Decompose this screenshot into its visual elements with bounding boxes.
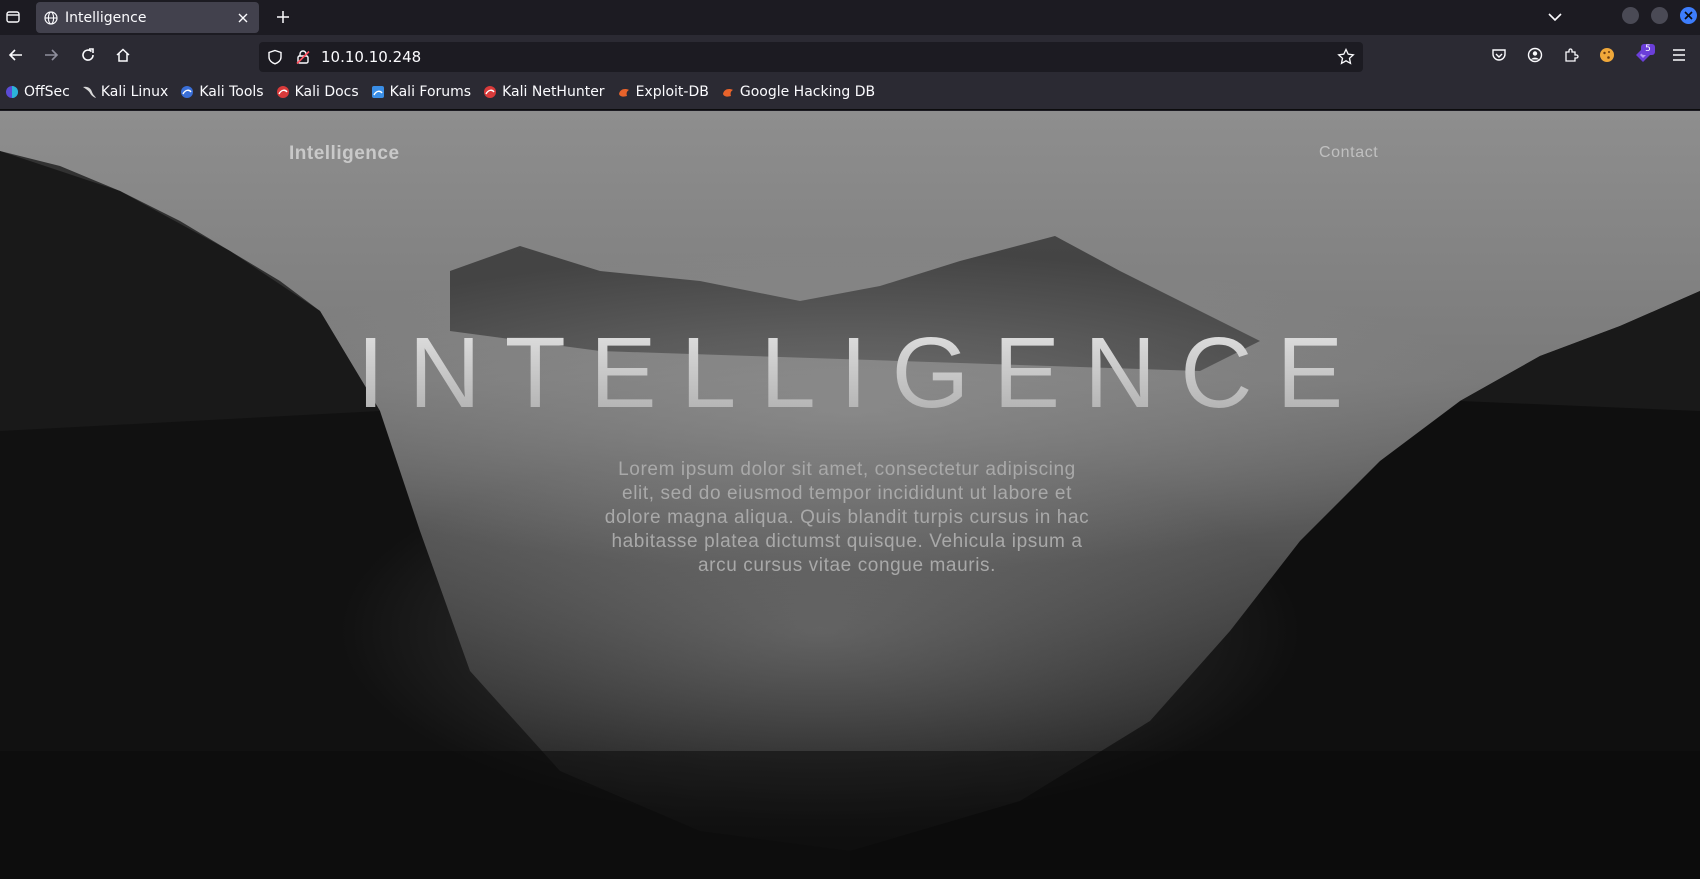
bookmark-star-icon[interactable] — [1337, 48, 1355, 66]
kali-tools-icon — [179, 84, 195, 100]
bookmark-label: OffSec — [24, 84, 70, 100]
ghdb-icon — [720, 84, 736, 100]
bookmark-label: Kali Linux — [100, 84, 169, 100]
bookmark-label: Exploit-DB — [635, 84, 709, 100]
bookmark-label: Kali Forums — [389, 84, 472, 100]
page-viewport: Intelligence Contact INTELLIGENCE Lorem … — [0, 111, 1700, 879]
bookmark-exploit-db[interactable]: Exploit-DB — [616, 84, 709, 100]
kali-docs-icon — [275, 84, 291, 100]
extension-badge: 5 — [1641, 44, 1655, 55]
back-icon[interactable] — [4, 43, 28, 67]
bookmarks-toolbar: OffSec Kali Linux Kali Tools Kali Docs K… — [0, 75, 1700, 110]
tab-title: Intelligence — [65, 9, 147, 26]
kali-forums-icon — [370, 84, 386, 100]
bookmark-offsec[interactable]: OffSec — [4, 84, 70, 100]
bookmark-kali-tools[interactable]: Kali Tools — [179, 84, 264, 100]
insecure-lock-icon[interactable] — [294, 48, 312, 66]
menu-icon[interactable] — [1668, 44, 1690, 66]
exploit-db-icon — [616, 84, 632, 100]
globe-icon — [44, 10, 58, 25]
reload-icon[interactable] — [76, 43, 100, 67]
tab-intelligence[interactable]: Intelligence — [36, 2, 259, 33]
hero-description: Lorem ipsum dolor sit amet, consectetur … — [604, 459, 1090, 576]
cookie-extension-icon[interactable] — [1596, 44, 1618, 66]
bookmark-label: Kali NetHunter — [502, 84, 605, 100]
site-brand-link[interactable]: Intelligence — [289, 143, 400, 165]
extensions-icon[interactable] — [1560, 44, 1582, 66]
home-icon[interactable] — [111, 43, 135, 67]
close-tab-icon[interactable] — [235, 10, 251, 26]
kali-nethunter-icon — [482, 84, 498, 100]
url-text[interactable]: 10.10.10.248 — [321, 48, 421, 66]
bookmark-google-hacking-db[interactable]: Google Hacking DB — [720, 84, 875, 100]
list-all-tabs-icon[interactable] — [0, 4, 26, 30]
navigation-toolbar: 10.10.10.248 — [0, 35, 1700, 75]
bookmark-label: Google Hacking DB — [739, 84, 876, 100]
forward-icon[interactable] — [39, 43, 63, 67]
kali-dragon-icon — [81, 84, 97, 100]
pocket-icon[interactable] — [1488, 44, 1510, 66]
chevron-down-icon[interactable] — [1544, 6, 1566, 28]
tab-strip: Intelligence — [0, 0, 1700, 35]
bookmark-label: Kali Tools — [199, 84, 264, 100]
offsec-icon — [4, 84, 20, 100]
minimize-button[interactable] — [1622, 7, 1639, 24]
bookmark-kali-nethunter[interactable]: Kali NetHunter — [482, 84, 605, 100]
bookmark-label: Kali Docs — [294, 84, 359, 100]
contact-link[interactable]: Contact — [1319, 144, 1378, 162]
bookmark-kali-linux[interactable]: Kali Linux — [81, 84, 168, 100]
maximize-button[interactable] — [1651, 7, 1668, 24]
tracking-protection-shield-icon[interactable] — [266, 48, 284, 66]
account-icon[interactable] — [1524, 44, 1546, 66]
hero-title: INTELLIGENCE — [0, 316, 1700, 431]
bookmark-kali-forums[interactable]: Kali Forums — [370, 84, 471, 100]
new-tab-button[interactable] — [271, 5, 295, 29]
address-bar[interactable]: 10.10.10.248 — [259, 42, 1363, 72]
bookmark-kali-docs[interactable]: Kali Docs — [275, 84, 359, 100]
close-window-button[interactable] — [1680, 7, 1697, 24]
